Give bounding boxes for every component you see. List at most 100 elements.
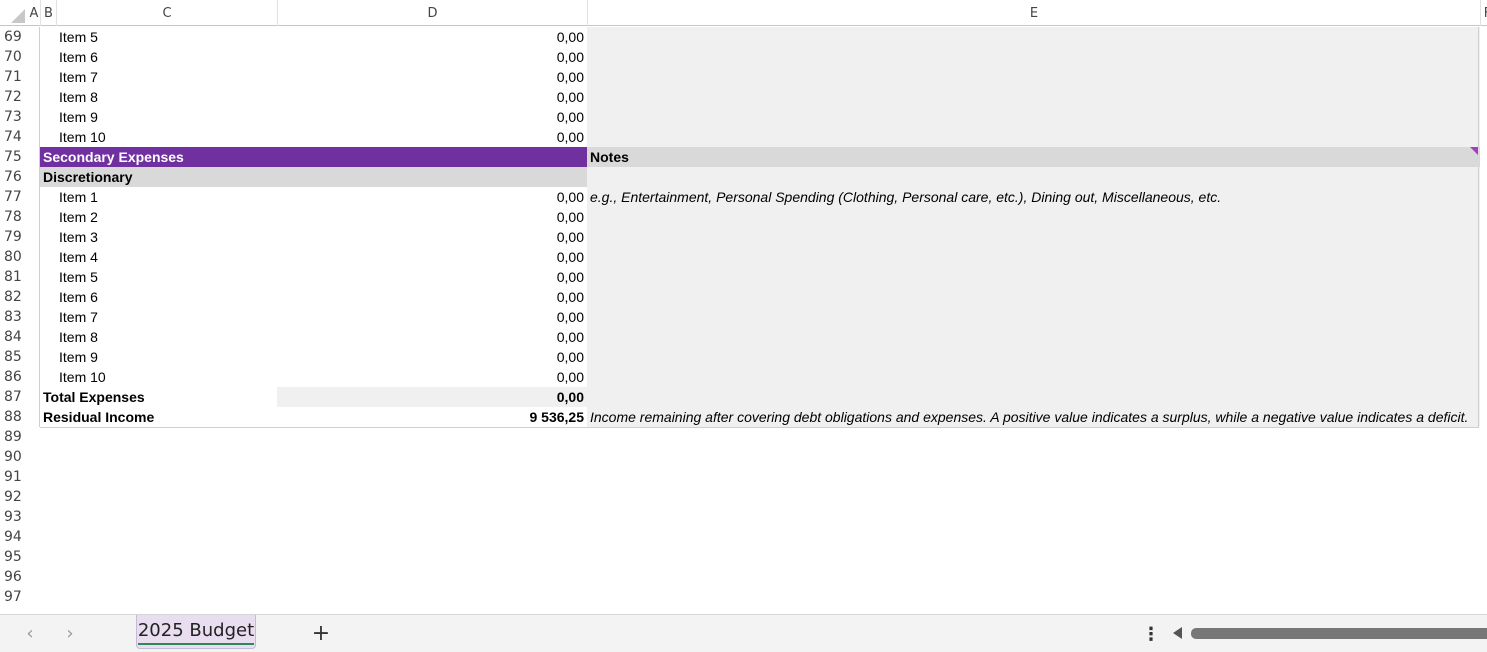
- more-vertical-icon[interactable]: ⋮: [1142, 623, 1160, 647]
- row-header[interactable]: 90: [0, 447, 28, 467]
- item-value-cell[interactable]: 0,00: [277, 347, 587, 367]
- item-value-cell[interactable]: 0,00: [277, 287, 587, 307]
- scroll-left-icon[interactable]: [1173, 627, 1182, 639]
- row-header[interactable]: 91: [0, 467, 28, 487]
- row-header[interactable]: 76: [0, 167, 28, 187]
- item-label-cell[interactable]: Item 5: [40, 27, 300, 47]
- item-value-cell[interactable]: 0,00: [277, 227, 587, 247]
- row-header[interactable]: 92: [0, 487, 28, 507]
- row-header[interactable]: 80: [0, 247, 28, 267]
- item-label-cell[interactable]: Item 10: [40, 367, 300, 387]
- item-label-cell[interactable]: Item 5: [40, 267, 300, 287]
- total-label-cell[interactable]: Residual Income: [40, 407, 300, 427]
- row-header[interactable]: 89: [0, 427, 28, 447]
- row-header[interactable]: 86: [0, 367, 28, 387]
- chevron-right-icon[interactable]: ›: [58, 623, 82, 645]
- item-label-cell[interactable]: Item 8: [40, 327, 300, 347]
- item-value-cell[interactable]: 0,00: [277, 247, 587, 267]
- item-label-cell[interactable]: Item 6: [40, 47, 300, 67]
- plus-icon[interactable]: +: [308, 621, 334, 647]
- row-header[interactable]: 71: [0, 67, 28, 87]
- item-value-cell[interactable]: 0,00: [277, 327, 587, 347]
- note-cell[interactable]: [587, 87, 1480, 107]
- note-cell[interactable]: [587, 227, 1480, 247]
- row-header[interactable]: 82: [0, 287, 28, 307]
- row-header[interactable]: 93: [0, 507, 28, 527]
- item-value-cell[interactable]: 0,00: [277, 107, 587, 127]
- item-value-cell[interactable]: 0,00: [277, 187, 587, 207]
- item-label-cell[interactable]: Item 9: [40, 107, 300, 127]
- column-header-f[interactable]: F: [1480, 0, 1487, 26]
- horizontal-scrollbar-thumb[interactable]: [1191, 628, 1487, 639]
- item-label-cell[interactable]: Item 6: [40, 287, 300, 307]
- note-cell[interactable]: [587, 247, 1480, 267]
- note-cell[interactable]: [587, 307, 1480, 327]
- row-header[interactable]: 94: [0, 527, 28, 547]
- note-cell[interactable]: Income remaining after covering debt obl…: [587, 407, 1480, 427]
- total-value-cell[interactable]: 0,00: [277, 387, 587, 407]
- row-header[interactable]: 75: [0, 147, 28, 167]
- column-header-c[interactable]: C: [56, 0, 277, 26]
- comment-indicator-icon[interactable]: [1470, 147, 1478, 155]
- section-header-cell[interactable]: Secondary Expenses: [40, 147, 587, 167]
- row-header[interactable]: 87: [0, 387, 28, 407]
- note-cell[interactable]: [587, 207, 1480, 227]
- note-cell[interactable]: [587, 367, 1480, 387]
- item-label-cell[interactable]: Item 3: [40, 227, 300, 247]
- item-value-cell[interactable]: 0,00: [277, 267, 587, 287]
- row-header[interactable]: 69: [0, 27, 28, 47]
- note-cell[interactable]: [587, 27, 1480, 47]
- item-label-cell[interactable]: Item 10: [40, 127, 300, 147]
- note-cell[interactable]: [587, 67, 1480, 87]
- total-value-cell[interactable]: 9 536,25: [277, 407, 587, 427]
- total-label-cell[interactable]: Total Expenses: [40, 387, 300, 407]
- row-header[interactable]: 95: [0, 547, 28, 567]
- row-header[interactable]: 97: [0, 587, 28, 607]
- item-label-cell[interactable]: Item 4: [40, 247, 300, 267]
- item-value-cell[interactable]: 0,00: [277, 367, 587, 387]
- item-value-cell[interactable]: 0,00: [277, 87, 587, 107]
- row-header[interactable]: 83: [0, 307, 28, 327]
- note-cell[interactable]: e.g., Entertainment, Personal Spending (…: [587, 187, 1480, 207]
- row-header[interactable]: 81: [0, 267, 28, 287]
- note-cell[interactable]: [587, 107, 1480, 127]
- row-header[interactable]: 88: [0, 407, 28, 427]
- item-label-cell[interactable]: Item 2: [40, 207, 300, 227]
- notes-header-cell[interactable]: Notes: [587, 147, 1480, 167]
- item-label-cell[interactable]: Item 7: [40, 67, 300, 87]
- row-header[interactable]: 84: [0, 327, 28, 347]
- item-label-cell[interactable]: Item 1: [40, 187, 300, 207]
- item-label-cell[interactable]: Item 8: [40, 87, 300, 107]
- row-header[interactable]: 70: [0, 47, 28, 67]
- item-value-cell[interactable]: 0,00: [277, 207, 587, 227]
- row-header[interactable]: 96: [0, 567, 28, 587]
- subheader-cell[interactable]: Discretionary: [40, 167, 587, 187]
- column-header-d[interactable]: D: [277, 0, 587, 26]
- row-header[interactable]: 77: [0, 187, 28, 207]
- row-header[interactable]: 74: [0, 127, 28, 147]
- row-header[interactable]: 79: [0, 227, 28, 247]
- row-header[interactable]: 72: [0, 87, 28, 107]
- select-all-corner[interactable]: [0, 0, 28, 26]
- note-cell[interactable]: [587, 167, 1480, 187]
- note-cell[interactable]: [587, 287, 1480, 307]
- note-cell[interactable]: [587, 347, 1480, 367]
- column-header-b[interactable]: B: [40, 0, 56, 26]
- note-cell[interactable]: [587, 387, 1480, 407]
- item-value-cell[interactable]: 0,00: [277, 127, 587, 147]
- note-cell[interactable]: [587, 47, 1480, 67]
- item-value-cell[interactable]: 0,00: [277, 47, 587, 67]
- row-header[interactable]: 78: [0, 207, 28, 227]
- item-label-cell[interactable]: Item 7: [40, 307, 300, 327]
- row-header[interactable]: 85: [0, 347, 28, 367]
- column-header-a[interactable]: A: [28, 0, 40, 26]
- column-header-e[interactable]: E: [587, 0, 1480, 26]
- note-cell[interactable]: [587, 267, 1480, 287]
- item-value-cell[interactable]: 0,00: [277, 307, 587, 327]
- note-cell[interactable]: [587, 327, 1480, 347]
- item-value-cell[interactable]: 0,00: [277, 67, 587, 87]
- note-cell[interactable]: [587, 127, 1480, 147]
- item-value-cell[interactable]: 0,00: [277, 27, 587, 47]
- sheet-tab-2025-budget[interactable]: 2025 Budget: [136, 615, 256, 649]
- chevron-left-icon[interactable]: ‹: [18, 623, 42, 645]
